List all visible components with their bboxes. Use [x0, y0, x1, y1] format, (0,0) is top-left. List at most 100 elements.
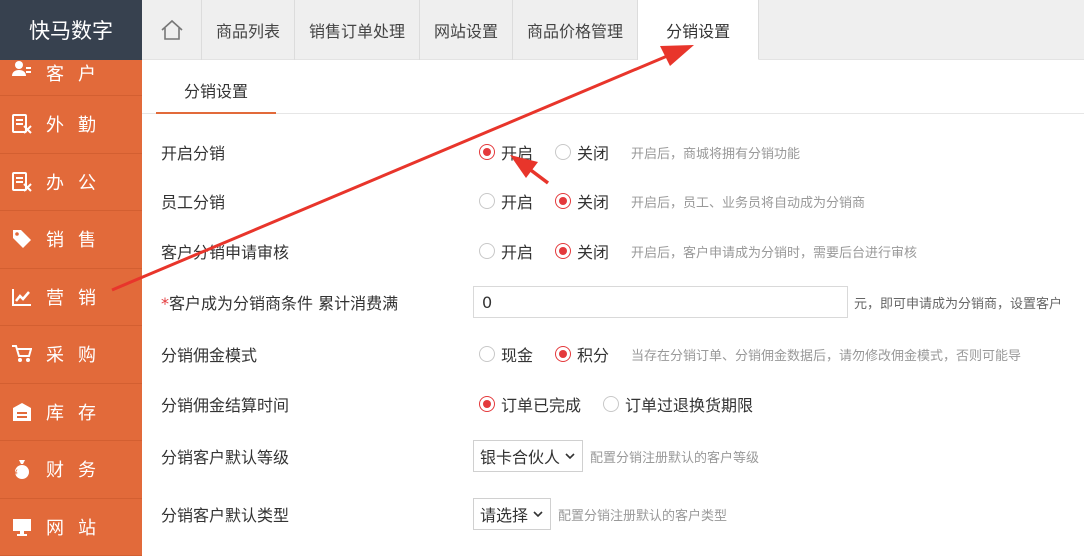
spend-threshold-input[interactable]	[473, 286, 848, 318]
sidebar-item-label: 外勤	[46, 115, 110, 137]
radio-dot	[479, 144, 495, 160]
warehouse-icon	[13, 402, 31, 421]
tab-sales-orders[interactable]: 销售订单处理	[295, 0, 421, 60]
sidebar-item-label: 采购	[46, 345, 110, 367]
form-row-default-type: 分销客户默认类型 请选择 配置分销注册默认的客户类型	[142, 494, 1084, 534]
select-value: 银卡合伙人	[480, 448, 561, 467]
radio-enable-on[interactable]: 开启	[479, 140, 533, 164]
form-row-enable-distribution: 开启分销 开启 关闭 开启后，商城将拥有分销功能	[142, 132, 1084, 172]
radio-staff-on[interactable]: 开启	[479, 189, 533, 213]
form-row-condition: *客户成为分销商条件 累计消费满 元，即可申请成为分销商，设置客户	[142, 282, 1084, 322]
default-type-select[interactable]: 请选择	[473, 498, 552, 530]
tab-product-list[interactable]: 商品列表	[202, 0, 296, 60]
form-row-commission-mode: 分销佣金模式 现金 积分 当存在分销订单、分销佣金数据后，请勿修改佣金模式，否则…	[142, 334, 1084, 374]
home-icon	[160, 19, 183, 40]
form-label-text: 客户成为分销商条件 累计消费满	[169, 294, 399, 313]
radio-label: 开启	[501, 243, 534, 262]
sidebar-item-inventory[interactable]: 库存	[0, 384, 142, 441]
form-label: 分销客户默认类型	[161, 506, 290, 525]
form-row-settle-time: 分销佣金结算时间 订单已完成 订单过退换货期限	[142, 384, 1084, 424]
tab-price-management[interactable]: 商品价格管理	[513, 0, 639, 60]
tab-website-settings[interactable]: 网站设置	[420, 0, 514, 60]
form-row-default-level: 分销客户默认等级 银卡合伙人 配置分销注册默认的客户等级	[142, 436, 1084, 476]
radio-settle-completed[interactable]: 订单已完成	[479, 392, 581, 416]
subtab-bar: 分销设置	[142, 72, 1084, 114]
sidebar-item-customer[interactable]: 客户	[0, 60, 142, 96]
hint-text: 配置分销注册默认的客户类型	[558, 508, 728, 524]
form-label: 分销佣金结算时间	[161, 396, 290, 415]
sidebar-item-website[interactable]: 网站	[0, 499, 142, 556]
radio-label: 现金	[501, 346, 534, 365]
tag-icon	[13, 230, 31, 249]
radio-dot	[479, 346, 495, 362]
tab-distribution-settings[interactable]: 分销设置	[638, 0, 760, 60]
clipboard-icon	[12, 114, 32, 134]
hint-text: 元，即可申请成为分销商，设置客户	[854, 296, 1063, 312]
required-mark: *	[161, 294, 169, 313]
radio-label: 关闭	[577, 243, 610, 262]
chevron-down-icon	[565, 453, 575, 460]
radio-mode-points[interactable]: 积分	[555, 342, 609, 366]
default-level-select[interactable]: 银卡合伙人	[473, 440, 584, 472]
sidebar-item-finance[interactable]: ¥ 财务	[0, 441, 142, 499]
hint-text: 开启后，客户申请成为分销时，需要后台进行审核	[631, 245, 918, 261]
radio-review-on[interactable]: 开启	[479, 239, 533, 263]
sidebar-item-label: 库存	[46, 402, 110, 424]
radio-staff-off[interactable]: 关闭	[555, 189, 609, 213]
sidebar-item-sales[interactable]: 销售	[0, 211, 142, 269]
form-row-customer-review: 客户分销申请审核 开启 关闭 开启后，客户申请成为分销时，需要后台进行审核	[142, 231, 1084, 271]
sidebar-item-office[interactable]: 办公	[0, 154, 142, 211]
hint-text: 配置分销注册默认的客户等级	[590, 450, 760, 466]
radio-label: 关闭	[577, 144, 610, 163]
form-label: *客户成为分销商条件 累计消费满	[161, 290, 398, 314]
radio-dot	[479, 193, 495, 209]
clipboard-icon	[12, 171, 32, 192]
sidebar-item-label: 客户	[46, 64, 110, 85]
form-label: 员工分销	[161, 193, 226, 212]
sidebar-item-label: 财务	[46, 460, 110, 482]
monitor-icon	[13, 518, 31, 536]
radio-dot	[555, 193, 572, 209]
sidebar-item-marketing[interactable]: 营销	[0, 269, 142, 326]
radio-label: 订单已完成	[501, 396, 582, 415]
subtab-distribution-settings[interactable]: 分销设置	[156, 72, 276, 114]
form-label: 客户分销申请审核	[161, 243, 290, 262]
svg-text:¥: ¥	[12, 469, 32, 479]
radio-dot	[479, 396, 495, 412]
user-icon	[12, 61, 31, 76]
hint-text: 开启后，员工、业务员将自动成为分销商	[631, 195, 866, 211]
radio-label: 开启	[501, 193, 534, 212]
sidebar-item-purchase[interactable]: 采购	[0, 326, 142, 384]
sidebar-item-label: 办公	[46, 172, 110, 194]
hint-text: 当存在分销订单、分销佣金数据后，请勿修改佣金模式，否则可能导	[631, 348, 1022, 364]
radio-dot	[555, 243, 572, 259]
radio-review-off[interactable]: 关闭	[555, 239, 609, 263]
top-tab-bar: 商品列表 销售订单处理 网站设置 商品价格管理 分销设置	[142, 0, 1084, 60]
radio-mode-cash[interactable]: 现金	[479, 342, 533, 366]
home-tab[interactable]	[142, 0, 202, 60]
radio-label: 关闭	[577, 193, 610, 212]
radio-label: 开启	[501, 144, 534, 163]
radio-dot	[603, 396, 620, 412]
money-icon: ¥	[12, 460, 32, 480]
form-label: 分销佣金模式	[161, 346, 258, 365]
sidebar: 快马数字 客户 外勤 办公 销售 营销 采购 库存 ¥ 财务 网站	[0, 0, 142, 556]
select-value: 请选择	[480, 506, 529, 525]
sidebar-item-label: 营销	[46, 287, 110, 309]
radio-dot	[479, 243, 495, 259]
radio-label: 订单过退换货期限	[625, 396, 754, 415]
brand-logo: 快马数字	[0, 0, 142, 60]
radio-enable-off[interactable]: 关闭	[555, 140, 609, 164]
radio-dot	[555, 144, 572, 160]
form-label: 分销客户默认等级	[161, 448, 290, 467]
radio-dot	[555, 346, 572, 362]
sidebar-nav: 客户 外勤 办公 销售 营销 采购 库存 ¥ 财务 网站	[0, 60, 142, 556]
chart-icon	[12, 288, 31, 306]
chevron-down-icon	[533, 511, 543, 518]
form-label: 开启分销	[161, 144, 226, 163]
cart-icon	[12, 345, 32, 363]
sidebar-item-field[interactable]: 外勤	[0, 96, 142, 154]
sidebar-item-label: 销售	[46, 230, 110, 252]
radio-settle-return-period[interactable]: 订单过退换货期限	[603, 392, 753, 416]
hint-text: 开启后，商城将拥有分销功能	[631, 146, 801, 162]
